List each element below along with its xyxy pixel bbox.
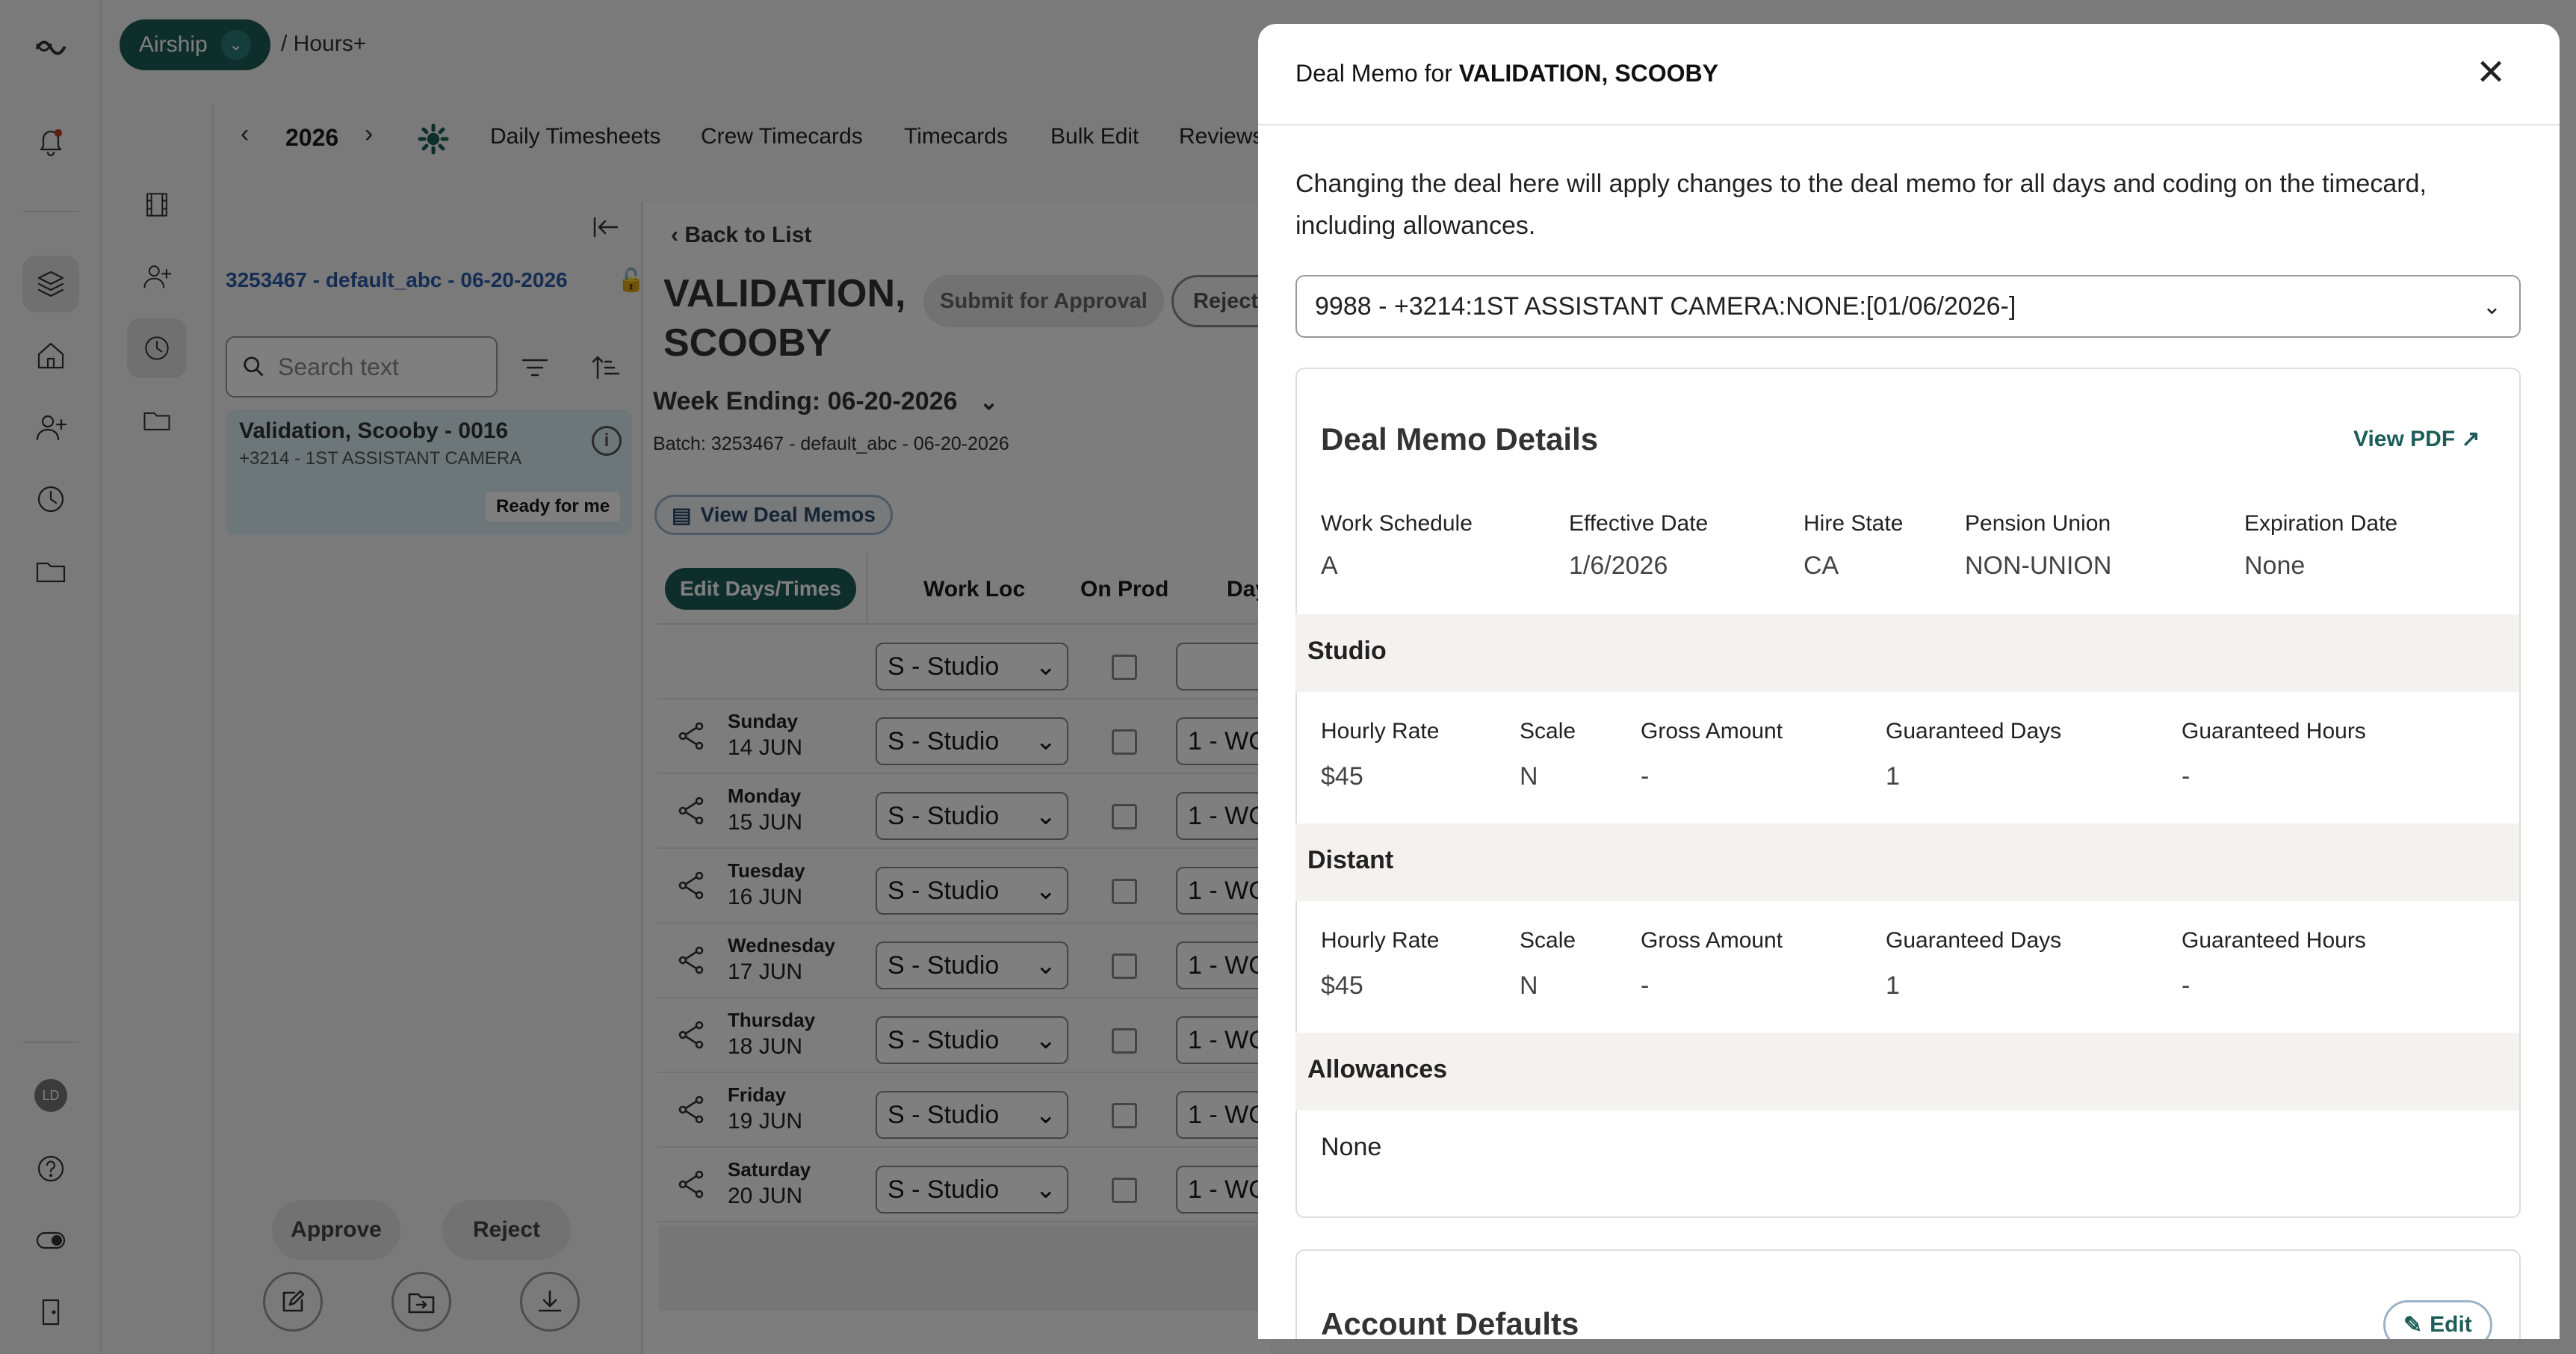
edit-label: Edit: [2430, 1312, 2472, 1337]
studio-field-label: Guaranteed Hours: [2182, 719, 2366, 744]
account-defaults-edit-button[interactable]: ✎ Edit: [2383, 1300, 2492, 1339]
summary-label: Work Schedule: [1321, 511, 1473, 536]
studio-field-value: $45: [1321, 762, 1363, 791]
allowances-section-header: Allowances: [1295, 1033, 2519, 1110]
account-defaults-title: Account Defaults: [1321, 1306, 1579, 1339]
pencil-icon: ✎: [2403, 1312, 2423, 1338]
distant-section-header: Distant: [1295, 823, 2519, 901]
summary-value: None: [2244, 551, 2306, 580]
deal-memo-select-value: 9988 - +3214:1ST ASSISTANT CAMERA:NONE:[…: [1315, 291, 2016, 321]
distant-field-label: Guaranteed Hours: [2182, 928, 2366, 953]
distant-field-value: -: [2182, 971, 2190, 1000]
summary-label: Expiration Date: [2244, 511, 2398, 536]
studio-section-title: Studio: [1307, 637, 1387, 665]
modal-header-divider: [1258, 124, 2560, 126]
distant-field-label: Scale: [1520, 928, 1576, 953]
summary-value: A: [1321, 551, 1338, 580]
distant-field-value: $45: [1321, 971, 1363, 1000]
summary-value: CA: [1803, 551, 1839, 580]
distant-field-label: Hourly Rate: [1321, 928, 1440, 953]
studio-field-value: -: [2182, 762, 2190, 791]
studio-field-value: -: [1641, 762, 1650, 791]
close-icon[interactable]: ✕: [2476, 55, 2506, 91]
allowances-section-title: Allowances: [1307, 1055, 1448, 1083]
summary-label: Pension Union: [1965, 511, 2111, 536]
modal-title-prefix: Deal Memo for: [1295, 60, 1459, 87]
view-pdf-link[interactable]: View PDF ↗: [2353, 426, 2480, 452]
summary-label: Effective Date: [1569, 511, 1709, 536]
distant-section-title: Distant: [1307, 846, 1394, 874]
distant-field-value: -: [1641, 971, 1650, 1000]
distant-field-label: Guaranteed Days: [1886, 928, 2062, 953]
modal-title-employee: VALIDATION, SCOOBY: [1458, 60, 1718, 87]
studio-section-header: Studio: [1295, 614, 2519, 692]
distant-field-value: N: [1520, 971, 1538, 1000]
summary-value: 1/6/2026: [1569, 551, 1668, 580]
view-pdf-label: View PDF: [2353, 427, 2456, 451]
details-title: Deal Memo Details: [1321, 421, 1599, 457]
deal-change-notice: Changing the deal here will apply change…: [1295, 170, 2427, 240]
studio-field-label: Scale: [1520, 719, 1576, 744]
modal-title: Deal Memo for VALIDATION, SCOOBY: [1295, 60, 1718, 87]
chevron-down-icon: ⌄: [2482, 294, 2501, 319]
studio-field-label: Guaranteed Days: [1886, 719, 2062, 744]
summary-value: NON-UNION: [1965, 551, 2112, 580]
studio-field-value: N: [1520, 762, 1538, 791]
allowances-value: None: [1321, 1133, 1382, 1161]
studio-field-label: Gross Amount: [1641, 719, 1783, 744]
deal-memo-select[interactable]: 9988 - +3214:1ST ASSISTANT CAMERA:NONE:[…: [1295, 275, 2521, 338]
studio-field-value: 1: [1886, 762, 1900, 791]
summary-label: Hire State: [1803, 511, 1904, 536]
distant-field-label: Gross Amount: [1641, 928, 1783, 953]
external-link-icon: ↗: [2461, 427, 2480, 451]
deal-memo-modal: Deal Memo for VALIDATION, SCOOBY ✕ Chang…: [1258, 24, 2560, 1339]
studio-field-label: Hourly Rate: [1321, 719, 1440, 744]
distant-field-value: 1: [1886, 971, 1900, 1000]
